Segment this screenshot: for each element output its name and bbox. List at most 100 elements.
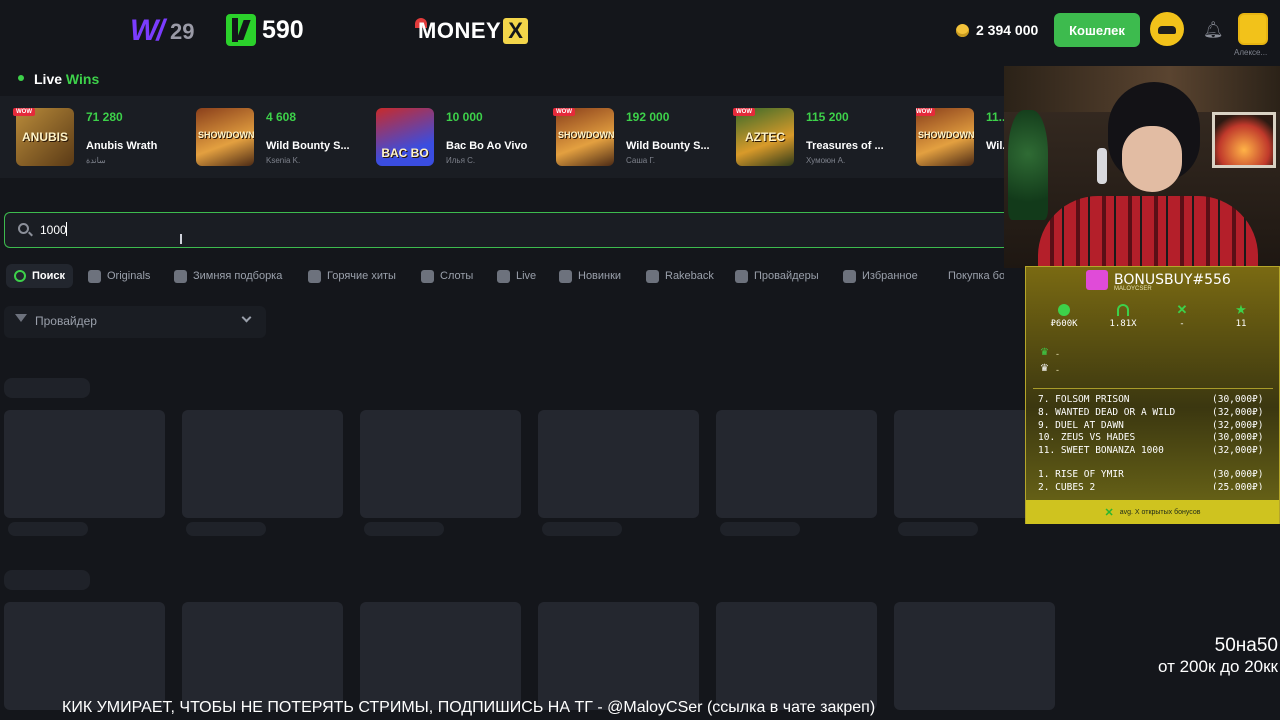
rakeback-icon [646, 269, 659, 283]
wow-badge: WOW [553, 108, 575, 116]
search-value[interactable]: 1000 [40, 223, 67, 237]
bonus-list-clip: 2. CUBES 2 (25,000₽) [1026, 482, 1279, 490]
game-thumbnail[interactable]: ANUBIS [16, 108, 74, 166]
mouse-ibeam-cursor [180, 234, 182, 244]
person-icon [497, 269, 510, 283]
wow-badge: WOW [916, 108, 935, 116]
tab-originals[interactable]: Originals [88, 264, 150, 288]
headset-icon [1097, 148, 1107, 184]
win-amount: 192 000 [626, 110, 670, 124]
w-counter: 29 [170, 19, 195, 44]
tab-winter-collection[interactable]: Зимняя подборка [174, 264, 282, 288]
search-icon [18, 223, 29, 234]
tab-slots[interactable]: Слоты [421, 264, 473, 288]
live-win-item[interactable]: SHOWDOWN 4 608 Wild Bounty S... Ksenia K… [196, 108, 368, 166]
calendar-icon [559, 269, 572, 283]
tab-favorites[interactable]: Избранное [843, 264, 918, 288]
bell-icon [174, 269, 187, 283]
game-name[interactable]: Wild Bounty S... [626, 140, 710, 152]
tab-hot-hits[interactable]: Горячие хиты [308, 264, 396, 288]
game-name[interactable]: Wil... [986, 140, 1004, 152]
live-win-item[interactable]: SHOWDOWN WOW 11... Wil... [916, 108, 1004, 166]
bonus-list-price: (25,000₽) [1212, 482, 1264, 490]
coin-icon [956, 24, 969, 37]
bonus-buy-footer: ✕ avg. X открытых бонусов [1026, 500, 1279, 524]
wallet-button[interactable]: Кошелек [1054, 13, 1140, 47]
k-logo[interactable] [226, 14, 256, 46]
skeleton-card [894, 602, 1055, 710]
skeleton-heading [4, 378, 90, 398]
search-icon [14, 270, 26, 282]
live-dot-icon [18, 75, 24, 81]
brand-logo[interactable]: MONEY X [418, 18, 529, 44]
game-name[interactable]: Anubis Wrath [86, 140, 157, 152]
provider-label: Провайдер [35, 314, 97, 328]
search-input[interactable] [4, 212, 1004, 248]
winner-name: Ksenia K. [266, 156, 301, 165]
bonus-list-item: 8. WANTED DEAD OR A WILD [1038, 407, 1176, 418]
best-slot: - [1056, 349, 1059, 359]
bonus-buy-subtitle: MALOYCSER [1114, 286, 1152, 292]
k-counter: 590 [262, 16, 304, 44]
skeleton-caption [186, 522, 266, 536]
bonus-list-price: (32,000₽) [1212, 420, 1264, 431]
tab-providers[interactable]: Провайдеры [735, 264, 819, 288]
x-icon [88, 269, 101, 283]
tab-new[interactable]: Новинки [559, 264, 621, 288]
skeleton-card [4, 602, 165, 710]
tab-search[interactable]: Поиск [6, 264, 74, 288]
slots-icon [421, 269, 434, 283]
promo-line-2: от 200к до 20кк [1158, 657, 1278, 676]
streamer-shirt [1038, 196, 1258, 272]
bonus-list-item: 1. RISE OF YMIR [1038, 469, 1124, 480]
streamer-face [1122, 126, 1182, 192]
stat-value: 11 [1235, 319, 1247, 329]
game-name[interactable]: Wild Bounty S... [266, 140, 350, 152]
crown-icon: ♛ [1040, 363, 1049, 374]
x-icon: ✕ [1104, 506, 1114, 519]
skeleton-card [538, 410, 699, 518]
bonus-list-price: (32,000₽) [1212, 407, 1264, 418]
winner-name: ساندة [86, 156, 106, 165]
bonus-list-item: 11. SWEET BONANZA 1000 [1038, 445, 1164, 456]
live-win-item[interactable]: SHOWDOWN WOW 192 000 Wild Bounty S... Са… [553, 108, 728, 166]
skeleton-card [716, 410, 877, 518]
bonus-list-price: (30,000₽) [1212, 394, 1264, 405]
christmas-tree [1008, 110, 1048, 220]
bonus-list-price: (30,000₽) [1212, 469, 1264, 480]
w-logo[interactable]: W/ [130, 14, 165, 48]
game-thumbnail[interactable]: SHOWDOWN [916, 108, 975, 166]
bell-icon[interactable]: 🔔︎ [1203, 20, 1223, 39]
stat-value: - [1179, 319, 1185, 329]
live-win-item[interactable]: ANUBIS WOW 71 280 Anubis Wrath ساندة [13, 108, 188, 166]
win-amount: 71 280 [86, 110, 123, 124]
skeleton-card [4, 410, 165, 518]
x-icon: ✕ [1176, 302, 1188, 317]
game-name[interactable]: Bac Bo Ao Vivo [446, 140, 527, 152]
skeleton-card [182, 602, 343, 710]
stream-ticker: КИК УМИРАЕТ, ЧТОБЫ НЕ ПОТЕРЯТЬ СТРИМЫ, П… [62, 699, 876, 716]
win-amount: 11... [986, 110, 1004, 124]
tab-bonus-buy[interactable]: Покупка бо [942, 264, 1004, 288]
filter-icon [15, 314, 27, 322]
game-thumbnail[interactable]: BAC BO [376, 108, 434, 166]
tab-rakeback[interactable]: Rakeback [646, 264, 714, 288]
tab-live[interactable]: Live [497, 264, 536, 288]
skeleton-card [182, 410, 343, 518]
live-win-item[interactable]: AZTEC WOW 115 200 Treasures of ... Хумою… [733, 108, 908, 166]
crown-icon: ♛ [1040, 347, 1049, 358]
balance-amount: 2 394 000 [976, 22, 1039, 38]
taxi-icon[interactable] [1150, 12, 1184, 46]
stat-value: 1.81X [1109, 319, 1137, 329]
game-thumbnail[interactable]: SHOWDOWN [196, 108, 255, 166]
game-thumbnail[interactable]: AZTEC [736, 108, 794, 166]
win-amount: 115 200 [806, 110, 849, 124]
game-name[interactable]: Treasures of ... [806, 140, 884, 152]
promo-line-1: 50на50 [1214, 635, 1278, 656]
skeleton-card [360, 602, 521, 710]
game-thumbnail[interactable]: SHOWDOWN [556, 108, 615, 166]
avatar[interactable] [1238, 13, 1268, 45]
circle-icon [1058, 304, 1070, 316]
live-win-item[interactable]: BAC BO 10 000 Bac Bo Ao Vivo Илья С. [376, 108, 548, 166]
heart-icon [843, 269, 856, 283]
